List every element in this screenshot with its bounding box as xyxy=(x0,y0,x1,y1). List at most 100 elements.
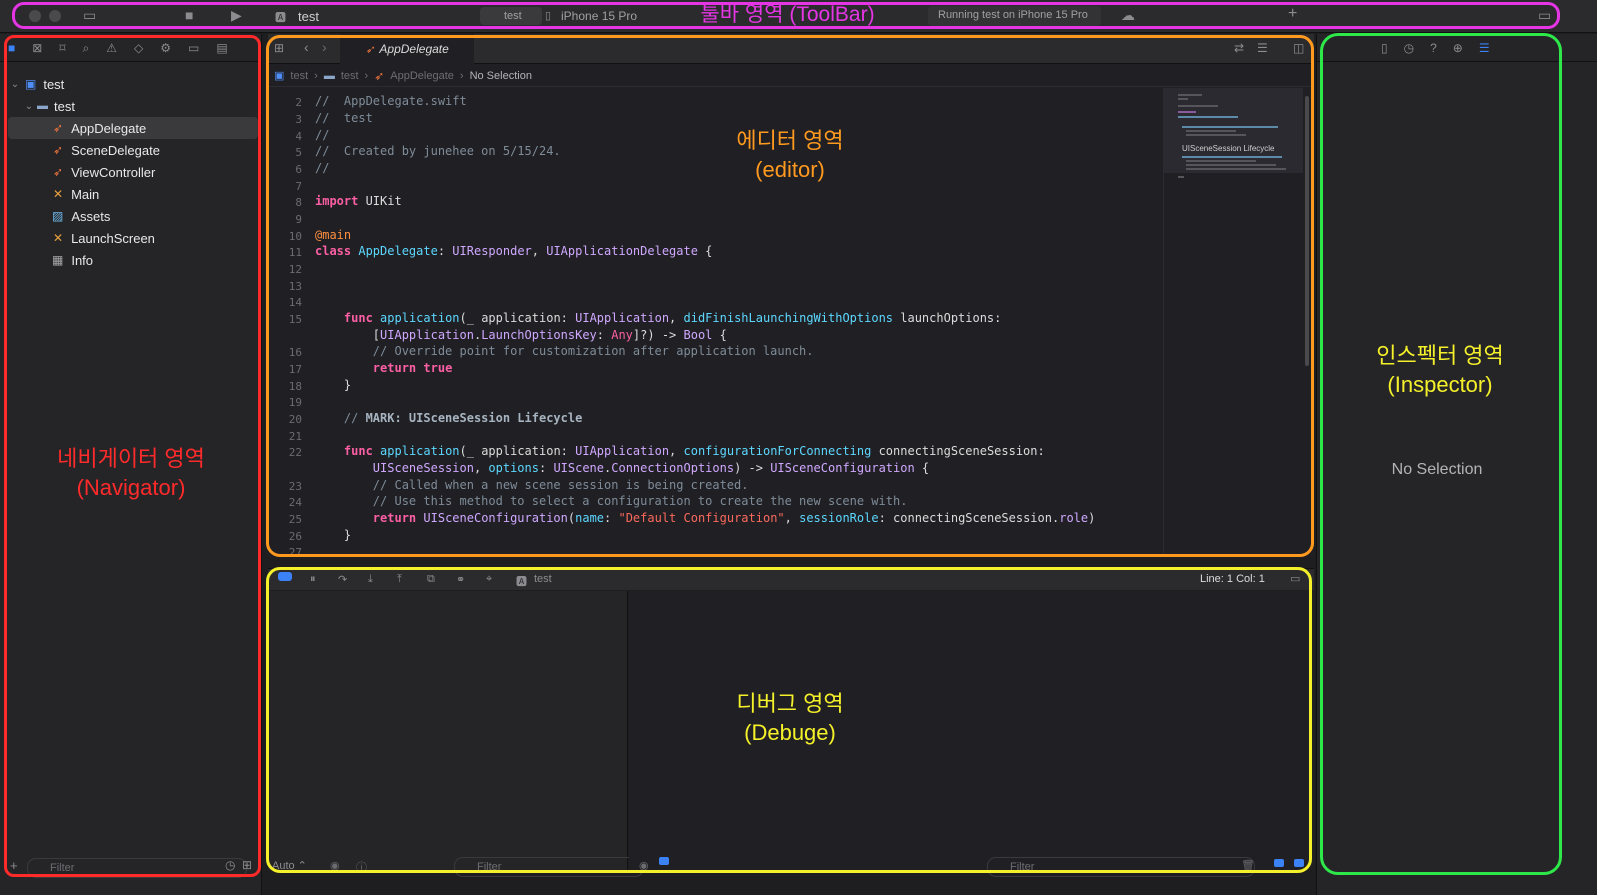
breadcrumb-item[interactable]: test xyxy=(290,70,308,82)
tree-item-viewcontroller[interactable]: ➶ ViewController xyxy=(0,161,262,183)
swift-file-icon: ➶ xyxy=(53,143,64,157)
test-icon[interactable]: ◇ xyxy=(134,41,143,56)
history-icon[interactable]: ◷ xyxy=(1404,41,1414,55)
app-icon: 🅰 xyxy=(275,12,286,24)
source-control-icon[interactable]: ⊠ xyxy=(32,41,42,56)
app-icon: 🅰 xyxy=(516,576,527,588)
tree-item-launchscreen[interactable]: ✕ LaunchScreen xyxy=(0,227,262,249)
swift-file-icon: ➶ xyxy=(365,43,375,56)
tree-item-label: Assets xyxy=(71,208,111,224)
asset-catalog-icon: ▨ xyxy=(52,209,64,223)
inspector-panel: ▯ ◷ ? ⊕ ☰ No Selection xyxy=(1316,34,1597,895)
grid-icon[interactable]: ⊞ xyxy=(274,41,284,55)
scm-filter-icon[interactable]: ⊞ xyxy=(242,858,252,872)
tree-item-scenedelegate[interactable]: ➶ SceneDelegate xyxy=(0,139,262,161)
navigator-filter-input[interactable]: Filter xyxy=(27,858,247,878)
step-into-icon[interactable]: ⤓ xyxy=(368,573,373,586)
breakpoints-toggle-icon[interactable] xyxy=(278,572,292,581)
split-editor-icon[interactable]: ◫ xyxy=(1293,41,1304,55)
chevron-down-icon[interactable]: ⌄ xyxy=(7,79,23,90)
tree-item-label: Info xyxy=(71,252,94,268)
chevron-down-icon[interactable]: ⌄ xyxy=(21,101,37,112)
minimize-window-button[interactable] xyxy=(49,10,61,22)
tree-item-label: ViewController xyxy=(71,164,156,180)
file-inspector-icon[interactable]: ▯ xyxy=(1381,41,1388,55)
scheme-selector[interactable]: test xyxy=(480,7,542,25)
inspector-empty-state: No Selection xyxy=(1391,461,1483,478)
pause-icon[interactable]: ⏸ xyxy=(310,573,316,586)
eye-icon[interactable]: ◉ xyxy=(330,859,340,872)
tree-item-label: SceneDelegate xyxy=(71,142,160,158)
inspector-toggle-icon[interactable]: ▭ xyxy=(1538,7,1551,24)
back-icon[interactable]: ‹ xyxy=(304,39,309,55)
step-over-icon[interactable]: ↷ xyxy=(338,573,347,586)
filter-placeholder: Filter xyxy=(50,862,75,874)
minimap[interactable]: UISceneSession Lifecycle xyxy=(1163,88,1303,556)
trash-icon[interactable]: 🗑 xyxy=(1241,859,1255,872)
variables-scope-selector[interactable]: Auto ⌃ xyxy=(272,859,307,872)
related-items-icon[interactable]: ⇄ xyxy=(1234,41,1244,55)
run-play-icon[interactable]: ▶ xyxy=(231,7,242,24)
navigator-annotation-line1: 네비게이터 영역 xyxy=(57,446,205,471)
editor-panel: ⊞ ‹ › ➶ AppDelegate ⇄ ☰ ◫ ▣ test › ▬ tes… xyxy=(268,34,1314,556)
console-filter-toggle-icon[interactable] xyxy=(659,857,669,865)
attributes-icon[interactable]: ☰ xyxy=(1479,41,1490,55)
swift-file-icon: ➶ xyxy=(53,165,64,179)
show-console-icon[interactable] xyxy=(1294,859,1304,867)
console-filter-input[interactable]: Filter xyxy=(987,857,1255,877)
eye-icon[interactable]: ◉ xyxy=(639,859,649,872)
breakpoint-icon[interactable]: ▭ xyxy=(188,41,199,56)
info-icon[interactable]: ⓘ xyxy=(356,859,367,875)
swift-file-icon: ➶ xyxy=(53,121,64,135)
folder-icon: ▬ xyxy=(323,69,335,82)
help-icon[interactable]: ? xyxy=(1430,41,1437,55)
plist-icon: ▦ xyxy=(52,253,64,267)
editor-scrollbar[interactable] xyxy=(1305,96,1309,366)
tree-item-folder[interactable]: ⌄ ▬ test xyxy=(0,95,262,117)
breadcrumb-item[interactable]: test xyxy=(341,70,359,82)
warning-icon[interactable]: ⚠ xyxy=(106,41,117,56)
minimap-mark-label: UISceneSession Lifecycle xyxy=(1182,144,1275,153)
show-variables-icon[interactable] xyxy=(1274,859,1284,867)
folder-icon[interactable]: ■ xyxy=(8,41,15,56)
chevron-right-icon: › xyxy=(364,69,369,82)
add-file-icon[interactable]: + xyxy=(10,858,18,873)
view-hierarchy-icon[interactable]: ⧉ xyxy=(427,573,435,586)
tree-item-info[interactable]: ▦ Info xyxy=(0,249,262,271)
hide-debug-icon[interactable]: ▭ xyxy=(1290,572,1300,585)
editor-options-icon[interactable]: ☰ xyxy=(1257,41,1268,55)
search-icon[interactable]: ⌕ xyxy=(82,41,89,56)
debug-annotation-line2: (Debuge) xyxy=(744,720,836,745)
memory-graph-icon[interactable]: ⚭ xyxy=(456,573,465,586)
forward-icon[interactable]: › xyxy=(322,39,327,55)
add-icon[interactable]: + xyxy=(1288,5,1297,23)
debug-icon[interactable]: ⚙ xyxy=(160,41,171,56)
tree-item-assets[interactable]: ▨ Assets xyxy=(0,205,262,227)
scheme-selector-label: test xyxy=(504,10,522,22)
toolbar-annotation: 툴바 영역 (ToolBar) xyxy=(700,3,875,26)
accessibility-icon[interactable]: ⊕ xyxy=(1453,41,1463,55)
navigator-annotation-line2: (Navigator) xyxy=(76,475,186,500)
breadcrumb-item[interactable]: AppDelegate xyxy=(390,70,454,82)
tree-item-appdelegate[interactable]: ➶ AppDelegate xyxy=(0,117,262,139)
tree-item-project[interactable]: ⌄ ▣ test xyxy=(0,73,262,95)
chevron-right-icon: › xyxy=(314,69,318,82)
debug-toolbar: ⏸ ↷ ⤓ ⤒ ⧉ ⚭ ⌖ 🅰 test Line: 1 Col: 1 ▭ xyxy=(268,568,1314,590)
tab-appdelegate[interactable]: ➶ AppDelegate xyxy=(340,34,474,64)
filter-placeholder: Filter xyxy=(477,861,502,873)
navigator-annotation: 네비게이터 영역 (Navigator) xyxy=(20,444,242,502)
close-window-button[interactable] xyxy=(29,10,41,22)
tree-item-main[interactable]: ✕ Main xyxy=(0,183,262,205)
report-icon[interactable]: ▤ xyxy=(216,41,227,56)
variables-view[interactable]: Auto ⌃ ◉ ⓘ Filter xyxy=(268,591,644,877)
bookmark-icon[interactable]: ⌑ xyxy=(59,41,65,56)
breadcrumb-item[interactable]: No Selection xyxy=(470,70,532,82)
simulate-location-icon[interactable]: ⌖ xyxy=(486,573,492,586)
stop-icon[interactable]: ■ xyxy=(185,7,193,23)
scheme-title: test xyxy=(298,9,319,24)
step-out-icon[interactable]: ⤒ xyxy=(397,573,402,586)
sidebar-toggle-icon[interactable]: ▭ xyxy=(83,7,96,24)
tab-label: AppDelegate xyxy=(379,42,449,56)
recent-files-icon[interactable]: ◷ xyxy=(225,858,235,872)
variables-filter-input[interactable]: Filter xyxy=(454,857,644,877)
